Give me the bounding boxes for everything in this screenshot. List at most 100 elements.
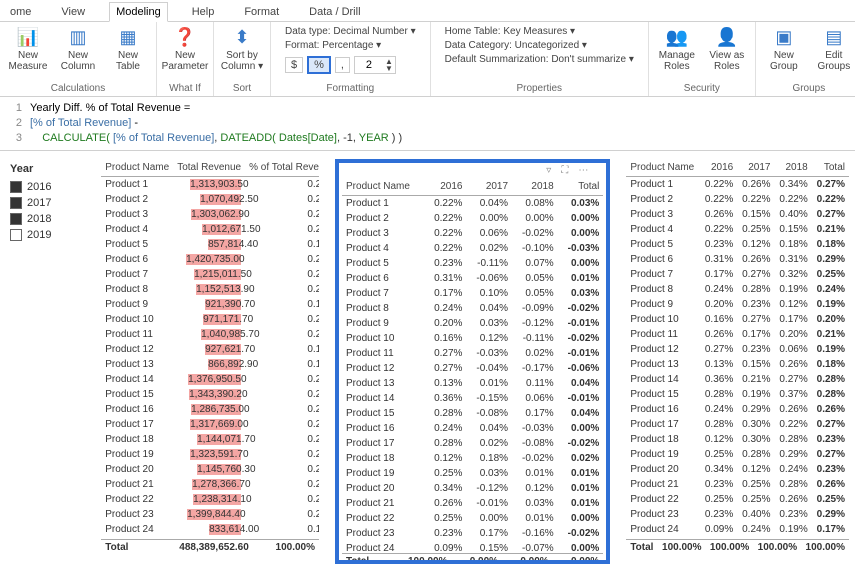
decimal-places-input[interactable] — [355, 59, 383, 71]
filter-icon[interactable]: ▿ — [546, 165, 551, 176]
table-row[interactable]: Product 9921,390.700.19% — [101, 297, 319, 312]
table-row[interactable]: Product 60.31%-0.06%0.05%0.01% — [342, 271, 603, 286]
table-row[interactable]: Product 180.12%0.30%0.28%0.23% — [626, 432, 849, 447]
column-header[interactable]: Product Name — [342, 178, 425, 196]
table-row[interactable]: Product 111,040,985.700.21% — [101, 327, 319, 342]
table-row[interactable]: Product 61,420,735.000.29% — [101, 252, 319, 267]
column-header[interactable]: 2018 — [512, 178, 558, 196]
table-row[interactable]: Product 210.26%-0.01%0.03%0.01% — [342, 496, 603, 511]
new-group-button[interactable]: ▣NewGroup — [762, 24, 806, 72]
view-as-roles-button[interactable]: 👤View asRoles — [705, 24, 749, 72]
table-row[interactable]: Product 151,343,390.200.28% — [101, 387, 319, 402]
table-row[interactable]: Product 20.22%0.00%0.00%0.00% — [342, 211, 603, 226]
table-row[interactable]: Product 13866,892.900.18% — [101, 357, 319, 372]
table-row[interactable]: Product 130.13%0.01%0.11%0.04% — [342, 376, 603, 391]
table-row[interactable]: Product 171,317,669.000.27% — [101, 417, 319, 432]
new-parameter-button[interactable]: ❓NewParameter — [163, 24, 207, 72]
table-row[interactable]: Product 191,323,591.700.27% — [101, 447, 319, 462]
table-row[interactable]: Product 90.20%0.23%0.12%0.19% — [626, 297, 849, 312]
table-row[interactable]: Product 12927,621.700.19% — [101, 342, 319, 357]
thousands-button[interactable]: , — [335, 57, 350, 73]
table-row[interactable]: Product 231,399,844.400.29% — [101, 507, 319, 522]
new-measure-button[interactable]: 📊NewMeasure — [6, 24, 50, 72]
table-row[interactable]: Product 41,012,671.500.21% — [101, 222, 319, 237]
slicer-option-2016[interactable]: 2016 — [10, 181, 81, 193]
more-icon[interactable]: ⋯ — [578, 165, 588, 176]
table-row[interactable]: Product 161,286,735.000.26% — [101, 402, 319, 417]
table-row[interactable]: Product 40.22%0.25%0.15%0.21% — [626, 222, 849, 237]
tab-datadrill[interactable]: Data / Drill — [303, 3, 366, 21]
tab-view[interactable]: View — [55, 3, 91, 21]
table-row[interactable]: Product 211,278,366.700.26% — [101, 477, 319, 492]
datacategory-dropdown[interactable]: Data Category: Uncategorized ▾ — [445, 40, 634, 51]
table-row[interactable]: Product 160.24%0.29%0.26%0.26% — [626, 402, 849, 417]
table-row[interactable]: Product 110.26%0.17%0.20%0.21% — [626, 327, 849, 342]
column-header[interactable]: 2016 — [425, 178, 467, 196]
datatype-dropdown[interactable]: Data type: Decimal Number ▾ — [285, 26, 416, 37]
table-row[interactable]: Product 240.09%0.24%0.19%0.17% — [626, 522, 849, 537]
percent-button[interactable]: % — [307, 56, 331, 74]
year-slicer[interactable]: Year 2016201720182019 — [6, 159, 85, 249]
table-row[interactable]: Product 10.22%0.04%0.08%0.03% — [342, 195, 603, 211]
formula-bar[interactable]: 1Yearly Diff. % of Total Revenue = 2[% o… — [0, 97, 855, 151]
table-row[interactable]: Product 80.24%0.04%-0.09%-0.02% — [342, 301, 603, 316]
format-dropdown[interactable]: Format: Percentage ▾ — [285, 40, 416, 51]
table-row[interactable]: Product 100.16%0.27%0.17%0.20% — [626, 312, 849, 327]
table-row[interactable]: Product 170.28%0.30%0.22%0.27% — [626, 417, 849, 432]
table-row[interactable]: Product 200.34%0.12%0.24%0.23% — [626, 462, 849, 477]
table-row[interactable]: Product 31,303,062.900.27% — [101, 207, 319, 222]
slicer-option-2019[interactable]: 2019 — [10, 229, 81, 241]
table-row[interactable]: Product 20.22%0.22%0.22%0.22% — [626, 192, 849, 207]
currency-button[interactable]: $ — [285, 57, 303, 73]
table-row[interactable]: Product 180.12%0.18%-0.02%0.02% — [342, 451, 603, 466]
table-row[interactable]: Product 141,376,950.500.28% — [101, 372, 319, 387]
table-row[interactable]: Product 140.36%0.21%0.27%0.28% — [626, 372, 849, 387]
table-row[interactable]: Product 50.23%0.12%0.18%0.18% — [626, 237, 849, 252]
column-header[interactable]: Product Name — [101, 159, 173, 177]
column-header[interactable]: 2017 — [737, 159, 774, 177]
column-header[interactable]: Total — [558, 178, 604, 196]
tab-modeling[interactable]: Modeling — [109, 2, 168, 22]
table-row[interactable]: Product 30.26%0.15%0.40%0.27% — [626, 207, 849, 222]
table-row[interactable]: Product 221,238,314.100.25% — [101, 492, 319, 507]
hometable-dropdown[interactable]: Home Table: Key Measures ▾ — [445, 26, 634, 37]
table-row[interactable]: Product 230.23%0.40%0.23%0.29% — [626, 507, 849, 522]
table-row[interactable]: Product 210.23%0.25%0.28%0.26% — [626, 477, 849, 492]
diff-matrix-visual[interactable]: ▿⛶⋯ Product Name201620172018TotalProduct… — [335, 159, 610, 564]
table-row[interactable]: Product 90.20%0.03%-0.12%-0.01% — [342, 316, 603, 331]
tab-help[interactable]: Help — [186, 3, 221, 21]
table-row[interactable]: Product 220.25%0.25%0.26%0.25% — [626, 492, 849, 507]
table-row[interactable]: Product 21,070,492.500.22% — [101, 192, 319, 207]
tab-ome[interactable]: ome — [4, 3, 37, 21]
table-row[interactable]: Product 181,144,071.700.23% — [101, 432, 319, 447]
new-table-button[interactable]: ▦NewTable — [106, 24, 150, 72]
table-row[interactable]: Product 201,145,760.300.23% — [101, 462, 319, 477]
table-row[interactable]: Product 120.27%0.23%0.06%0.19% — [626, 342, 849, 357]
table-row[interactable]: Product 70.17%0.10%0.05%0.03% — [342, 286, 603, 301]
column-header[interactable]: 2018 — [774, 159, 811, 177]
table-row[interactable]: Product 10.22%0.26%0.34%0.27% — [626, 176, 849, 192]
table-row[interactable]: Product 81,152,513.900.24% — [101, 282, 319, 297]
table-row[interactable]: Product 230.23%0.17%-0.16%-0.02% — [342, 526, 603, 541]
tab-format[interactable]: Format — [238, 3, 285, 21]
table-row[interactable]: Product 70.17%0.27%0.32%0.25% — [626, 267, 849, 282]
table-row[interactable]: Product 80.24%0.28%0.19%0.24% — [626, 282, 849, 297]
column-header[interactable]: 2016 — [700, 159, 737, 177]
table-row[interactable]: Product 50.23%-0.11%0.07%0.00% — [342, 256, 603, 271]
table-row[interactable]: Product 150.28%0.19%0.37%0.28% — [626, 387, 849, 402]
revenue-table-visual[interactable]: Product NameTotal Revenue% of Total Reve… — [101, 159, 319, 559]
table-row[interactable]: Product 240.09%0.15%-0.07%0.00% — [342, 541, 603, 553]
table-row[interactable]: Product 130.13%0.15%0.26%0.18% — [626, 357, 849, 372]
column-header[interactable]: Total — [812, 159, 849, 177]
table-row[interactable]: Product 10971,171.700.20% — [101, 312, 319, 327]
slicer-option-2017[interactable]: 2017 — [10, 197, 81, 209]
table-row[interactable]: Product 160.24%0.04%-0.03%0.00% — [342, 421, 603, 436]
table-row[interactable]: Product 5857,814.400.18% — [101, 237, 319, 252]
table-row[interactable]: Product 170.28%0.02%-0.08%-0.02% — [342, 436, 603, 451]
table-row[interactable]: Product 24833,614.000.17% — [101, 522, 319, 537]
table-row[interactable]: Product 150.28%-0.08%0.17%0.04% — [342, 406, 603, 421]
table-row[interactable]: Product 40.22%0.02%-0.10%-0.03% — [342, 241, 603, 256]
defaultsum-dropdown[interactable]: Default Summarization: Don't summarize ▾ — [445, 54, 634, 65]
column-header[interactable]: Product Name — [626, 159, 700, 177]
table-row[interactable]: Product 190.25%0.28%0.29%0.27% — [626, 447, 849, 462]
